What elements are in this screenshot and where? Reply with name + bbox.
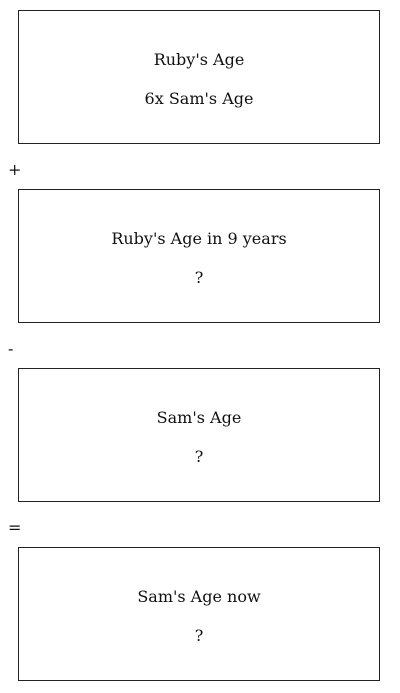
minus-operator: - [8, 339, 14, 358]
equals-operator: = [8, 518, 22, 537]
box-value: 6x Sam's Age [144, 89, 254, 108]
ruby-age-box: Ruby's Age 6x Sam's Age [18, 10, 380, 144]
box-title: Sam's Age [156, 408, 242, 427]
box-title: Ruby's Age in 9 years [111, 229, 287, 248]
box-value: ? [194, 268, 204, 287]
box-value: ? [194, 447, 204, 466]
sam-age-now-box: Sam's Age now ? [18, 547, 380, 681]
ruby-age-in-9-years-box: Ruby's Age in 9 years ? [18, 189, 380, 323]
box-title: Ruby's Age [153, 50, 245, 69]
sam-age-box: Sam's Age ? [18, 368, 380, 502]
plus-operator: + [8, 160, 22, 179]
box-value: ? [194, 626, 204, 645]
box-title: Sam's Age now [137, 587, 261, 606]
